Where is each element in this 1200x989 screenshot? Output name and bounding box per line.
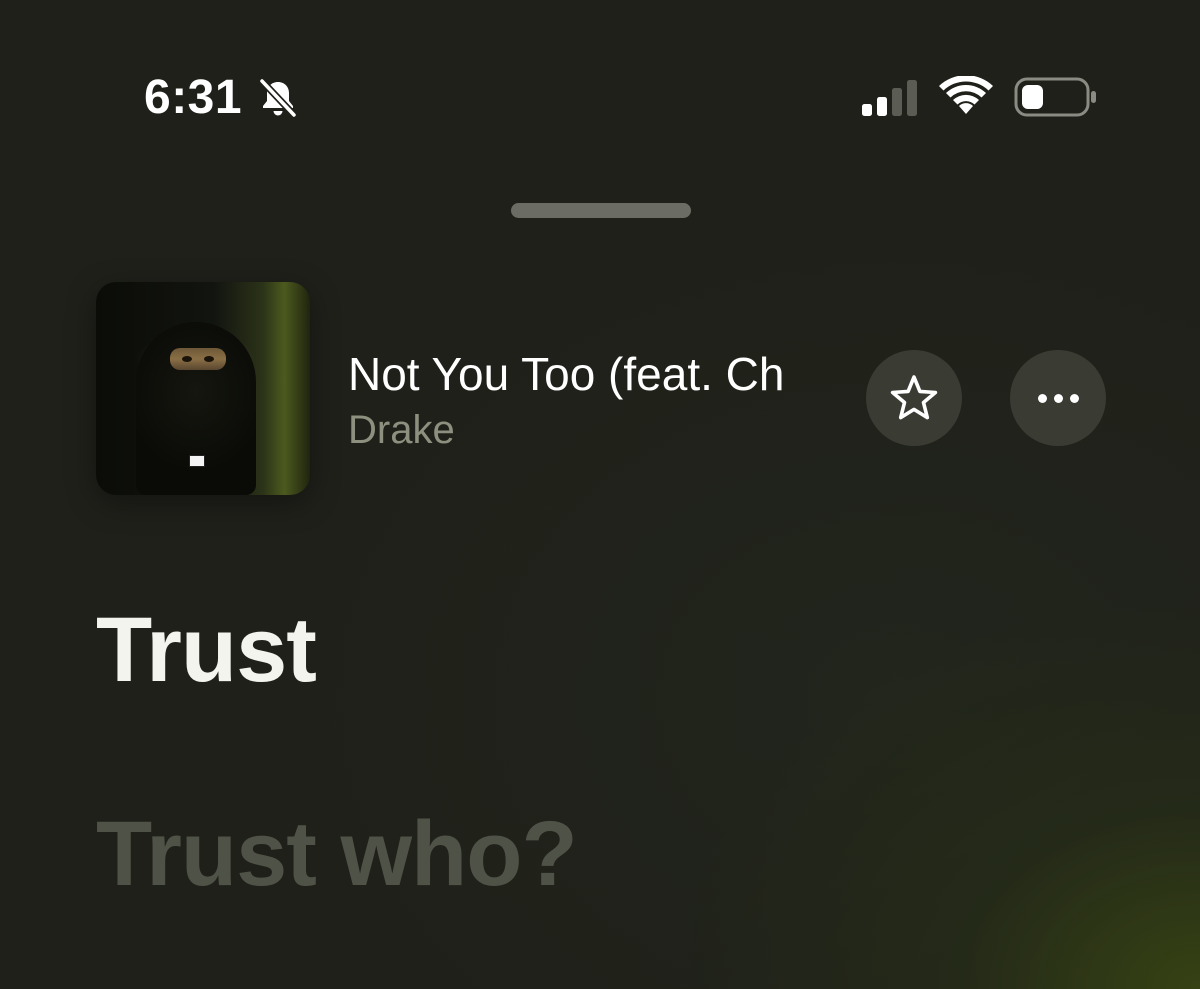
bell-slash-icon: [258, 77, 298, 119]
album-artwork[interactable]: [96, 282, 310, 495]
wifi-icon: [939, 76, 993, 114]
star-icon: [890, 375, 938, 420]
sheet-grabber[interactable]: [511, 203, 691, 218]
artwork-eye: [204, 356, 214, 362]
track-artist[interactable]: Drake: [348, 406, 455, 454]
parental-advisory-label: [189, 455, 205, 467]
track-title: Not You Too (feat. Ch: [348, 348, 785, 400]
artwork-eye: [182, 356, 192, 362]
status-bar: 6:31: [0, 0, 1200, 150]
track-title-container[interactable]: Not You Too (feat. Ch: [348, 346, 852, 402]
more-options-button[interactable]: [1010, 350, 1106, 446]
artwork-face: [170, 348, 226, 370]
lyric-line-current[interactable]: Trust: [96, 598, 317, 702]
favorite-button[interactable]: [866, 350, 962, 446]
battery-icon: [1014, 77, 1096, 117]
cellular-signal-icon: [862, 80, 917, 116]
lyric-line-next[interactable]: Trust who?: [96, 802, 578, 906]
ellipsis-icon: [1037, 393, 1079, 403]
status-time: 6:31: [144, 71, 243, 124]
